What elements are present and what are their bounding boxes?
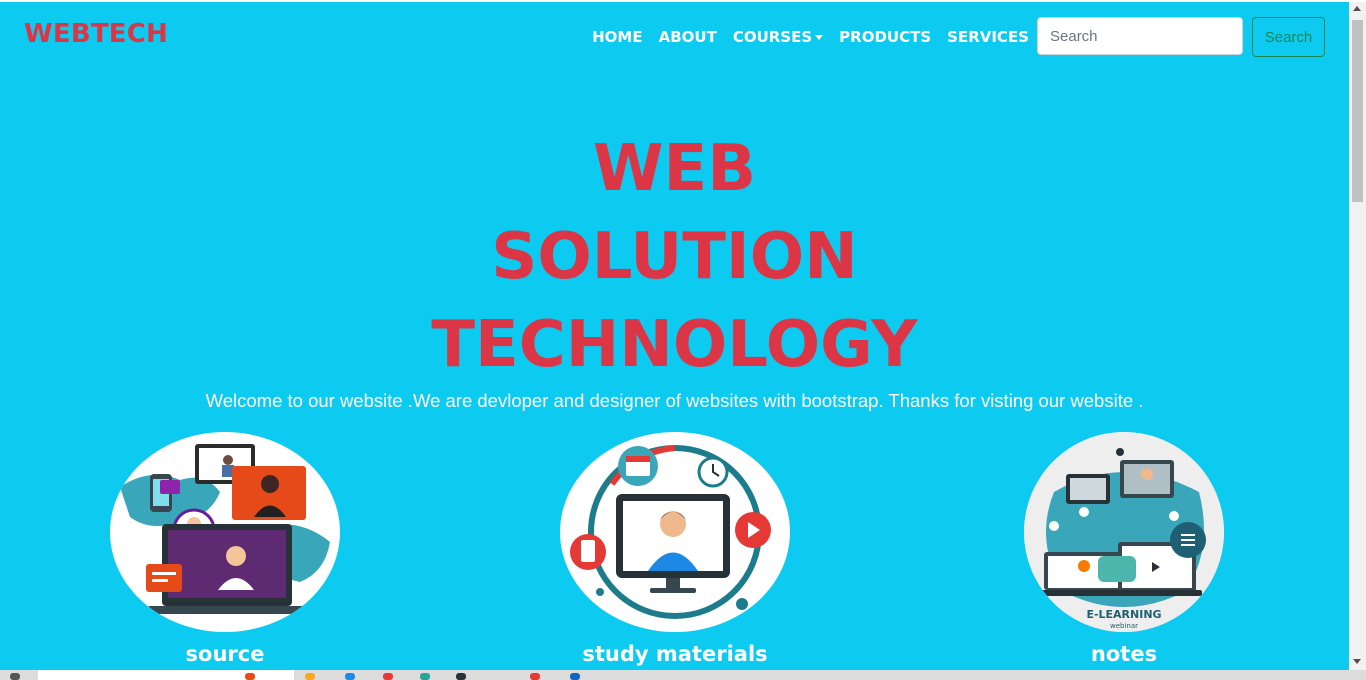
hero-line-3: TECHNOLOGY bbox=[431, 308, 918, 382]
search-button[interactable]: Search bbox=[1252, 17, 1325, 57]
nav-courses-label: COURSES bbox=[732, 28, 813, 46]
taskbar-app-icon[interactable] bbox=[245, 673, 255, 680]
card-label-source: source bbox=[185, 642, 265, 666]
page-scrollbar[interactable] bbox=[1349, 2, 1366, 670]
start-icon[interactable] bbox=[10, 673, 20, 680]
brand-logo[interactable]: WEBTECH bbox=[24, 19, 168, 49]
taskbar-app-icon[interactable] bbox=[570, 673, 580, 680]
notes-illustration: E-LEARNING webinar bbox=[1024, 432, 1224, 632]
hero-title: WEB SOLUTION TECHNOLOGY bbox=[0, 125, 1349, 389]
image-subcaption: webinar bbox=[1110, 622, 1138, 630]
scroll-down-arrow-icon[interactable] bbox=[1353, 659, 1361, 664]
e-learning-webinar-icon: E-LEARNING webinar bbox=[1024, 432, 1224, 632]
nav-about[interactable]: ABOUT bbox=[659, 28, 717, 46]
taskbar-app-icon[interactable] bbox=[456, 673, 466, 680]
taskbar-app-icon[interactable] bbox=[345, 673, 355, 680]
card-label-study-materials: study materials bbox=[582, 642, 768, 666]
image-caption: E-LEARNING bbox=[1086, 608, 1161, 621]
search-input[interactable] bbox=[1037, 17, 1243, 55]
scroll-thumb[interactable] bbox=[1352, 20, 1363, 202]
taskbar-search-box[interactable] bbox=[38, 670, 294, 680]
hero-line-1: WEB bbox=[592, 132, 757, 206]
taskbar-app-icon[interactable] bbox=[383, 673, 393, 680]
card-label-notes: notes bbox=[1090, 642, 1158, 666]
nav-services[interactable]: SERVICES bbox=[947, 28, 1029, 46]
card-study-materials: study materials bbox=[560, 432, 790, 666]
caret-down-icon bbox=[815, 35, 824, 40]
card-notes: E-LEARNING webinar notes bbox=[1024, 432, 1224, 666]
taskbar-app-icon[interactable] bbox=[420, 673, 430, 680]
study-materials-illustration bbox=[560, 432, 790, 632]
os-taskbar bbox=[0, 670, 1366, 680]
scroll-up-arrow-icon[interactable] bbox=[1353, 6, 1361, 11]
taskbar-app-icon[interactable] bbox=[530, 673, 540, 680]
online-tutor-icon bbox=[570, 445, 771, 619]
card-source: source bbox=[110, 432, 340, 666]
source-illustration bbox=[110, 432, 340, 632]
welcome-text: Welcome to our website .We are devloper … bbox=[205, 390, 1144, 411]
video-conference-icon bbox=[120, 444, 330, 614]
nav-menu: HOME ABOUT COURSES PRODUCTS SERVICES bbox=[592, 28, 1029, 46]
navbar: WEBTECH HOME ABOUT COURSES PRODUCTS SERV… bbox=[0, 2, 1349, 68]
nav-home[interactable]: HOME bbox=[592, 28, 642, 46]
nav-products[interactable]: PRODUCTS bbox=[839, 28, 931, 46]
hero-line-2: SOLUTION bbox=[491, 220, 858, 294]
nav-courses-dropdown[interactable]: COURSES bbox=[732, 28, 824, 46]
taskbar-app-icon[interactable] bbox=[305, 673, 315, 680]
